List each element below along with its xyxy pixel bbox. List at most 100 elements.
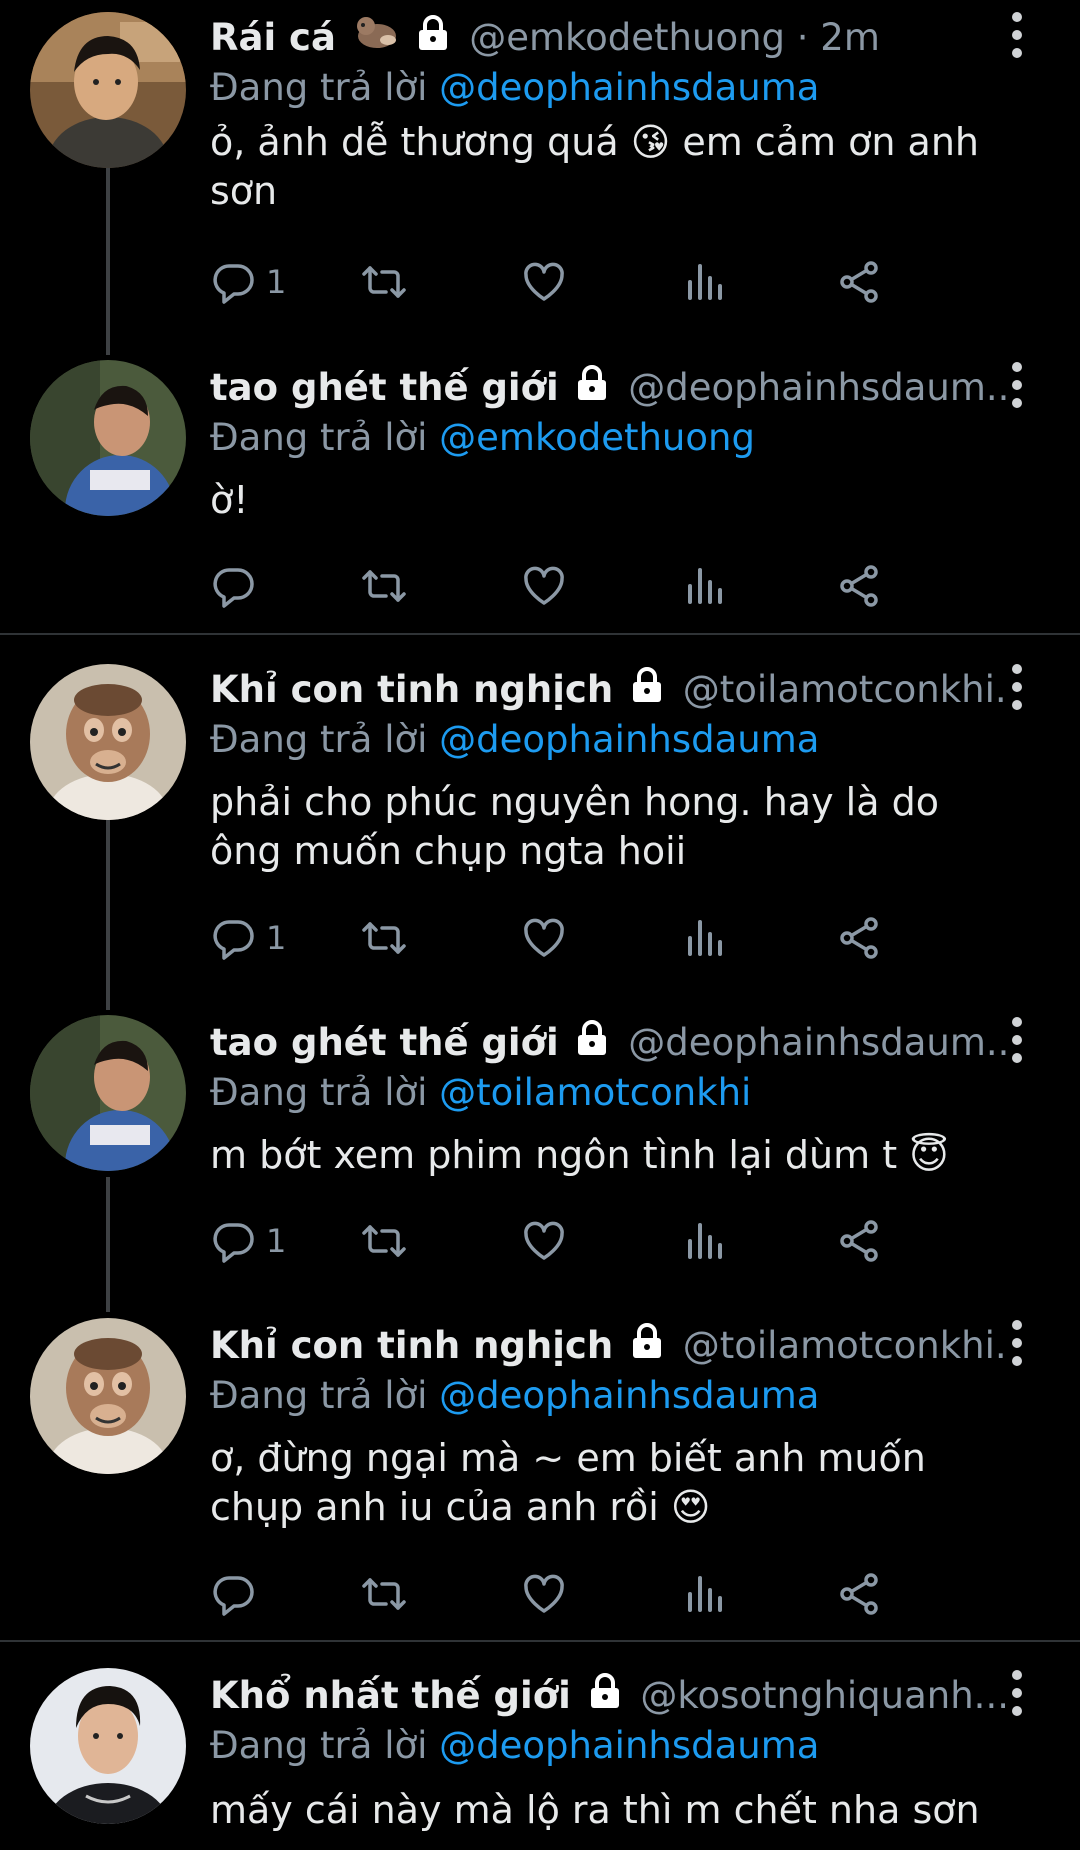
display-name[interactable]: tao ghét thế giới xyxy=(210,366,559,409)
replying-label: Đang trả lời xyxy=(210,1374,428,1417)
otter-emoji-icon xyxy=(354,12,400,67)
user-handle[interactable]: @toilamotconkhi... xyxy=(683,1324,1010,1367)
retweet-button[interactable] xyxy=(360,560,408,612)
mention-link[interactable]: @deophainhsdauma xyxy=(439,1724,819,1767)
reply-icon xyxy=(210,1217,258,1265)
tweet-text: mấy cái này mà lộ ra thì m chết nha sơn xyxy=(210,1788,980,1832)
mention-link[interactable]: @emkodethuong xyxy=(439,416,755,459)
user-handle[interactable]: @emkodethuong · 2m xyxy=(469,16,880,59)
more-options-icon[interactable] xyxy=(1005,362,1029,410)
mention-link[interactable]: @deophainhsdauma xyxy=(439,718,819,761)
tweet-header: tao ghét thế giới @deophainhsdaum... xyxy=(210,1015,1010,1071)
reply-button[interactable] xyxy=(210,560,266,612)
like-icon xyxy=(520,1570,568,1618)
reply-icon xyxy=(210,1570,258,1618)
share-icon xyxy=(835,914,883,962)
tweet[interactable]: Rái cá @emkodethuong · 2m Đang trả lời @… xyxy=(0,10,1080,310)
display-name[interactable]: Khổ nhất thế giới xyxy=(210,1674,571,1717)
tweet[interactable]: tao ghét thế giới @deophainhsdaum... Đan… xyxy=(0,1015,1080,1315)
like-button[interactable] xyxy=(520,560,568,612)
avatar[interactable] xyxy=(30,1015,186,1171)
reply-button[interactable]: 1 xyxy=(210,912,286,964)
tweet[interactable]: Khỉ con tinh nghịch @toilamotconkhi... Đ… xyxy=(0,1318,1080,1628)
tweet-text: ỏ, ảnh dễ thương quá 😘 em cảm ơn anh sơn xyxy=(210,120,979,213)
replying-label: Đang trả lời xyxy=(210,1071,428,1114)
replying-to: Đang trả lời @deophainhsdauma xyxy=(210,1718,819,1774)
action-bar xyxy=(210,1568,1020,1620)
avatar[interactable] xyxy=(30,1668,186,1824)
action-bar: 1 xyxy=(210,912,1020,964)
views-icon xyxy=(680,1570,728,1618)
user-handle[interactable]: @kosotnghiquanh... xyxy=(640,1674,1009,1717)
retweet-icon xyxy=(360,914,408,962)
like-button[interactable] xyxy=(520,256,568,308)
views-button[interactable] xyxy=(680,256,728,308)
avatar[interactable] xyxy=(30,1318,186,1474)
tweet-header: Khổ nhất thế giới @kosotnghiquanh... xyxy=(210,1668,1010,1724)
like-icon xyxy=(520,562,568,610)
share-button[interactable] xyxy=(835,912,883,964)
retweet-icon xyxy=(360,1570,408,1618)
views-button[interactable] xyxy=(680,912,728,964)
replying-to: Đang trả lời @deophainhsdauma xyxy=(210,1368,819,1424)
more-options-icon[interactable] xyxy=(1005,1670,1029,1718)
reply-count: 1 xyxy=(266,919,287,957)
share-icon xyxy=(835,258,883,306)
tweet[interactable]: tao ghét thế giới @deophainhsdaum... Đan… xyxy=(0,360,1080,630)
display-name[interactable]: tao ghét thế giới xyxy=(210,1021,559,1064)
more-options-icon[interactable] xyxy=(1005,1017,1029,1065)
display-name[interactable]: Khỉ con tinh nghịch xyxy=(210,668,613,711)
mention-link[interactable]: @toilamotconkhi xyxy=(439,1071,751,1114)
mention-link[interactable]: @deophainhsdauma xyxy=(439,66,819,109)
more-options-icon[interactable] xyxy=(1005,664,1029,712)
like-button[interactable] xyxy=(520,912,568,964)
share-icon xyxy=(835,1217,883,1265)
replying-label: Đang trả lời xyxy=(210,1724,428,1767)
reply-icon xyxy=(210,562,258,610)
user-handle[interactable]: @deophainhsdaum... xyxy=(628,1021,1010,1064)
display-name[interactable]: Rái cá xyxy=(210,16,336,59)
action-bar: 1 xyxy=(210,256,1020,308)
views-button[interactable] xyxy=(680,1215,728,1267)
reply-icon xyxy=(210,914,258,962)
replying-to: Đang trả lời @deophainhsdauma xyxy=(210,60,819,116)
retweet-button[interactable] xyxy=(360,1568,408,1620)
like-button[interactable] xyxy=(520,1215,568,1267)
tweet-text: m bớt xem phim ngôn tình lại dùm t 😇 xyxy=(210,1133,949,1177)
lock-icon xyxy=(589,1670,621,1725)
share-button[interactable] xyxy=(835,1215,883,1267)
retweet-icon xyxy=(360,562,408,610)
tweet[interactable]: Khổ nhất thế giới @kosotnghiquanh... Đan… xyxy=(0,1668,1080,1850)
tweet-text: ơ, đừng ngại mà ~ em biết anh muốn chụp … xyxy=(210,1436,926,1529)
mention-link[interactable]: @deophainhsdauma xyxy=(439,1374,819,1417)
share-button[interactable] xyxy=(835,256,883,308)
user-handle[interactable]: @deophainhsdaum... xyxy=(628,366,1010,409)
reply-button[interactable]: 1 xyxy=(210,1215,286,1267)
views-icon xyxy=(680,562,728,610)
display-name[interactable]: Khỉ con tinh nghịch xyxy=(210,1324,613,1367)
user-handle[interactable]: @toilamotconkhi... xyxy=(683,668,1010,711)
action-bar xyxy=(210,560,1020,612)
views-button[interactable] xyxy=(680,560,728,612)
avatar[interactable] xyxy=(30,360,186,516)
avatar[interactable] xyxy=(30,12,186,168)
tweet[interactable]: Khỉ con tinh nghịch @toilamotconkhi... Đ… xyxy=(0,662,1080,962)
retweet-button[interactable] xyxy=(360,912,408,964)
reply-count: 1 xyxy=(266,263,287,301)
views-icon xyxy=(680,258,728,306)
reply-button[interactable] xyxy=(210,1568,266,1620)
more-options-icon[interactable] xyxy=(1005,12,1029,60)
retweet-button[interactable] xyxy=(360,1215,408,1267)
share-button[interactable] xyxy=(835,560,883,612)
retweet-button[interactable] xyxy=(360,256,408,308)
share-icon xyxy=(835,1570,883,1618)
views-icon xyxy=(680,1217,728,1265)
share-button[interactable] xyxy=(835,1568,883,1620)
lock-icon xyxy=(576,362,608,417)
views-button[interactable] xyxy=(680,1568,728,1620)
avatar[interactable] xyxy=(30,664,186,820)
like-button[interactable] xyxy=(520,1568,568,1620)
conversation-divider xyxy=(0,633,1080,635)
reply-button[interactable]: 1 xyxy=(210,256,286,308)
more-options-icon[interactable] xyxy=(1005,1320,1029,1368)
